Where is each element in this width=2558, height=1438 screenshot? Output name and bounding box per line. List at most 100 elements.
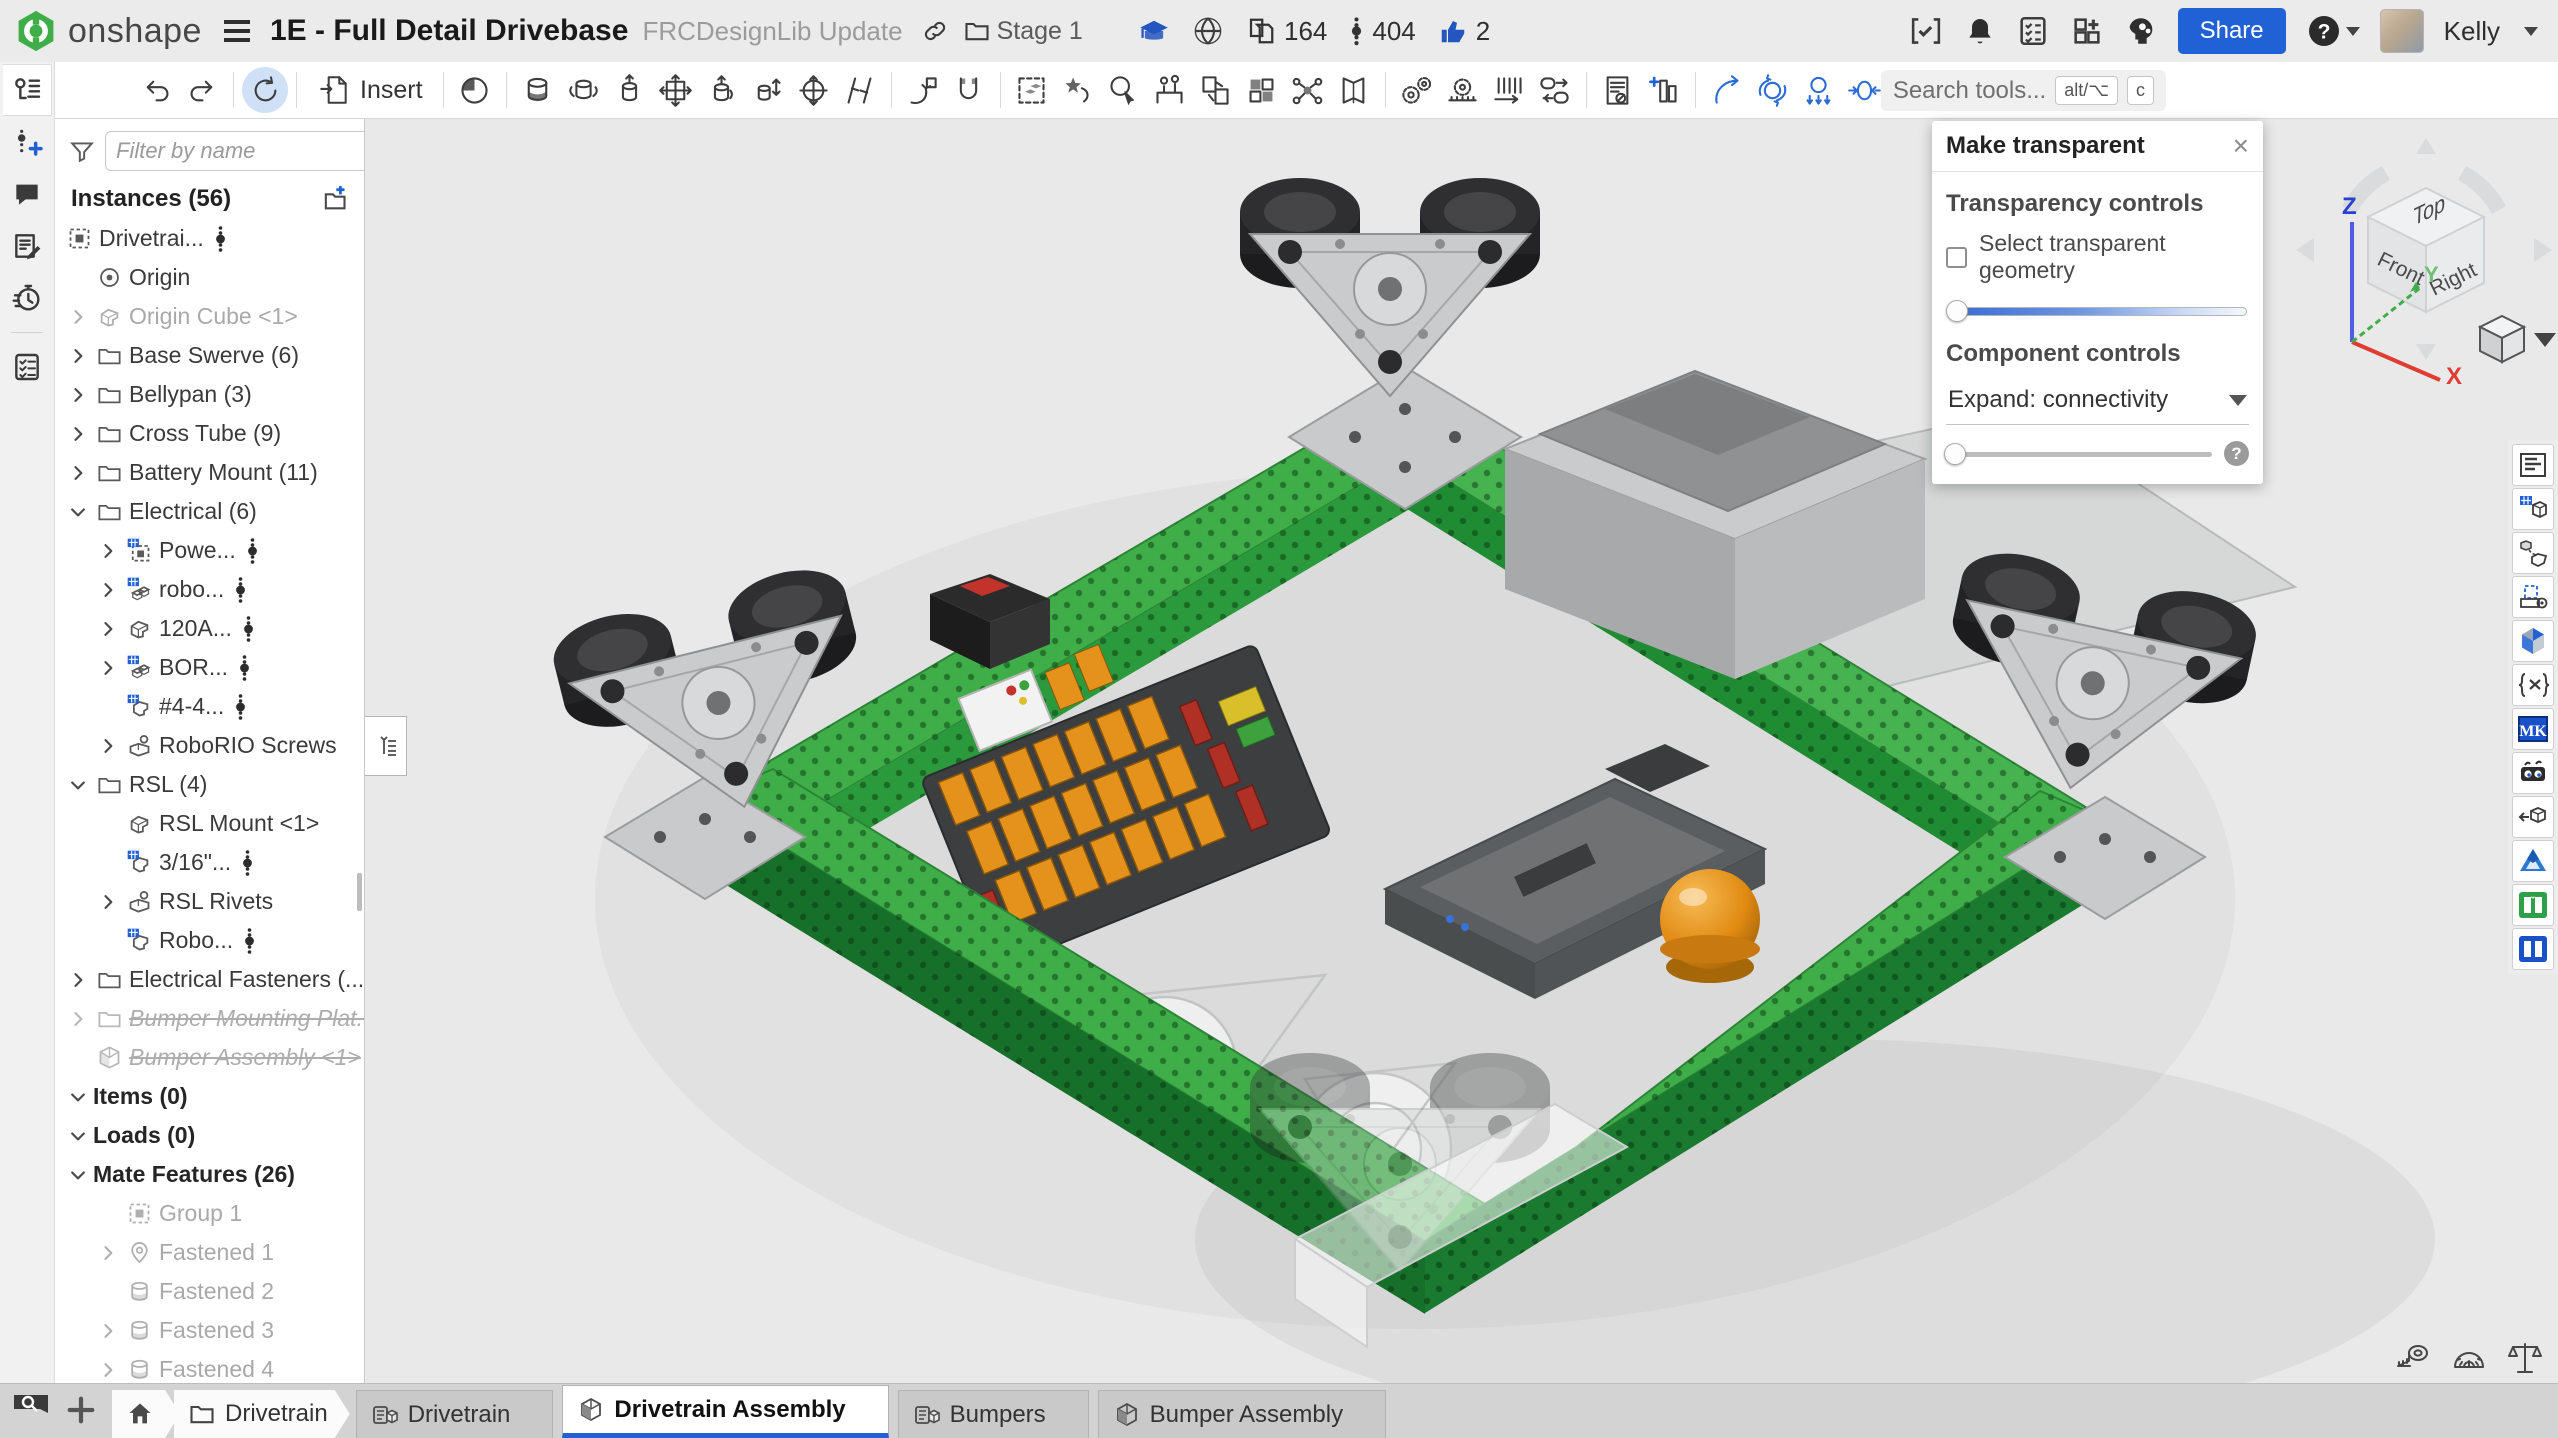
tree-row[interactable]: 3/16"... — [55, 843, 364, 882]
tree-row[interactable]: Fastened 1 — [55, 1233, 364, 1272]
robot-app-button[interactable] — [2512, 752, 2554, 794]
notes-button[interactable] — [3, 220, 52, 272]
user-avatar[interactable] — [2380, 9, 2424, 53]
blank-icon[interactable] — [93, 694, 123, 720]
tree-row[interactable]: Fastened 4 — [55, 1350, 364, 1383]
bom-button[interactable] — [1595, 67, 1641, 113]
transparency-slider[interactable] — [1948, 300, 2247, 322]
history-button[interactable] — [3, 272, 52, 324]
chev-d-icon[interactable] — [63, 1084, 93, 1110]
notifications-bell-icon[interactable] — [1964, 15, 1996, 47]
panel-collapse-handle[interactable] — [365, 716, 407, 776]
tree-row[interactable]: Mate Features (26) — [55, 1155, 364, 1194]
parallel-mate-button[interactable] — [837, 67, 883, 113]
tree-row[interactable]: BOR... — [55, 648, 364, 687]
home-tab[interactable] — [112, 1390, 180, 1438]
chev-d-icon[interactable] — [63, 499, 93, 525]
view-cube-body[interactable]: Top Front Right — [2368, 188, 2484, 312]
configurations-button[interactable] — [1641, 67, 1687, 113]
undo-button[interactable] — [133, 67, 179, 113]
share-button[interactable]: Share — [2178, 8, 2286, 54]
animate-button[interactable] — [1704, 67, 1750, 113]
press-tool-button[interactable] — [1796, 67, 1842, 113]
chev-d-icon[interactable] — [63, 1123, 93, 1149]
feature-script-icon[interactable] — [1908, 15, 1944, 47]
public-globe-icon[interactable] — [1192, 15, 1224, 47]
apps-store-icon[interactable] — [2070, 14, 2104, 48]
tree-row[interactable]: Origin Cube <1> — [55, 297, 364, 336]
tree-row[interactable]: Electrical Fasteners (... — [55, 960, 364, 999]
ball-mate-button[interactable] — [791, 67, 837, 113]
named-positions-button[interactable] — [1147, 67, 1193, 113]
tree-row[interactable]: Electrical (6) — [55, 492, 364, 531]
tab-drivetrain-assembly[interactable]: Drivetrain Assembly — [562, 1385, 888, 1438]
tab-drivetrain-partstudio[interactable]: Drivetrain — [356, 1390, 554, 1438]
chev-r-icon[interactable] — [93, 733, 123, 759]
mass-properties-icon[interactable] — [2506, 1339, 2544, 1377]
chev-r-icon[interactable] — [93, 1240, 123, 1266]
add-mate-connector-button[interactable] — [3, 116, 52, 168]
tasks-icon[interactable] — [2016, 14, 2050, 48]
tree-row[interactable]: RSL Rivets — [55, 882, 364, 921]
tree-row[interactable]: Fastened 2 — [55, 1272, 364, 1311]
filter-funnel-icon[interactable] — [69, 138, 95, 164]
search-tabs-button[interactable] — [12, 1389, 50, 1428]
tree-row[interactable]: Robo... — [55, 921, 364, 960]
revolute-mate-button[interactable] — [561, 67, 607, 113]
tree-row[interactable]: Loads (0) — [55, 1116, 364, 1155]
tree-row[interactable]: Group 1 — [55, 1194, 364, 1233]
belt-relation-button[interactable] — [1532, 67, 1578, 113]
fastened-mate-button[interactable] — [515, 67, 561, 113]
copies-stat[interactable]: 164 — [1246, 16, 1327, 47]
blank-icon[interactable] — [93, 850, 123, 876]
sheet-metal-button[interactable] — [2512, 576, 2554, 618]
export-app-button[interactable] — [2512, 796, 2554, 838]
chev-d-icon[interactable] — [63, 772, 93, 798]
group-button[interactable] — [1009, 67, 1055, 113]
chev-r-icon[interactable] — [93, 1357, 123, 1383]
expand-slider[interactable] — [1946, 443, 2212, 465]
insert-button[interactable]: Insert — [305, 67, 435, 113]
chev-r-icon[interactable] — [63, 421, 93, 447]
transparency-slider-track[interactable] — [1948, 307, 2247, 316]
breadcrumb-folder-tab[interactable]: Drivetrain — [174, 1390, 350, 1438]
tree-row[interactable]: Bellypan (3) — [55, 375, 364, 414]
tree-row[interactable]: RoboRIO Screws — [55, 726, 364, 765]
transparency-slider-knob[interactable] — [1946, 300, 1968, 322]
chev-r-icon[interactable] — [63, 967, 93, 993]
green-docs-app-button[interactable] — [2512, 884, 2554, 926]
tree-row[interactable]: Cross Tube (9) — [55, 414, 364, 453]
display-states-button[interactable] — [1331, 67, 1377, 113]
derived-parts-button[interactable] — [2512, 532, 2554, 574]
variables-button[interactable] — [2512, 664, 2554, 706]
exploded-view-button[interactable] — [1285, 67, 1331, 113]
chev-r-icon[interactable] — [93, 889, 123, 915]
tree-row[interactable]: Bumper Assembly <1> — [55, 1038, 364, 1077]
pin-slot-mate-button[interactable] — [745, 67, 791, 113]
tree-row[interactable]: robo... — [55, 570, 364, 609]
view-cube[interactable]: Top Front Right Z X Y — [2290, 130, 2558, 385]
tree-row[interactable]: Origin — [55, 258, 364, 297]
expand-slider-knob[interactable] — [1944, 443, 1966, 465]
slider-help-icon[interactable]: ? — [2224, 441, 2249, 466]
assembly-features-panel-button[interactable] — [3, 64, 52, 116]
onshape-logo[interactable]: onshape — [14, 9, 202, 53]
chev-r-icon[interactable] — [93, 655, 123, 681]
chev-r-icon[interactable] — [93, 1318, 123, 1344]
user-name[interactable]: Kelly — [2444, 16, 2500, 47]
spin-tool-button[interactable] — [1750, 67, 1796, 113]
chev-d-icon[interactable] — [63, 1162, 93, 1188]
tree-row[interactable]: Base Swerve (6) — [55, 336, 364, 375]
select-transparent-geometry-checkbox[interactable] — [1946, 247, 1967, 268]
tasks-button[interactable] — [3, 341, 52, 393]
tree-row[interactable]: Powe... — [55, 531, 364, 570]
linear-relation-button[interactable] — [1486, 67, 1532, 113]
tree-row[interactable]: RSL Mount <1> — [55, 804, 364, 843]
mate-connector-button[interactable] — [900, 67, 946, 113]
help-button[interactable] — [2306, 13, 2360, 49]
selection-tool-button[interactable] — [1101, 67, 1147, 113]
likes-stat[interactable]: 2 — [1438, 16, 1490, 47]
panel-scrollbar[interactable] — [357, 873, 362, 911]
document-title[interactable]: 1E - Full Detail Drivebase — [270, 14, 628, 48]
update-button[interactable] — [242, 67, 288, 113]
